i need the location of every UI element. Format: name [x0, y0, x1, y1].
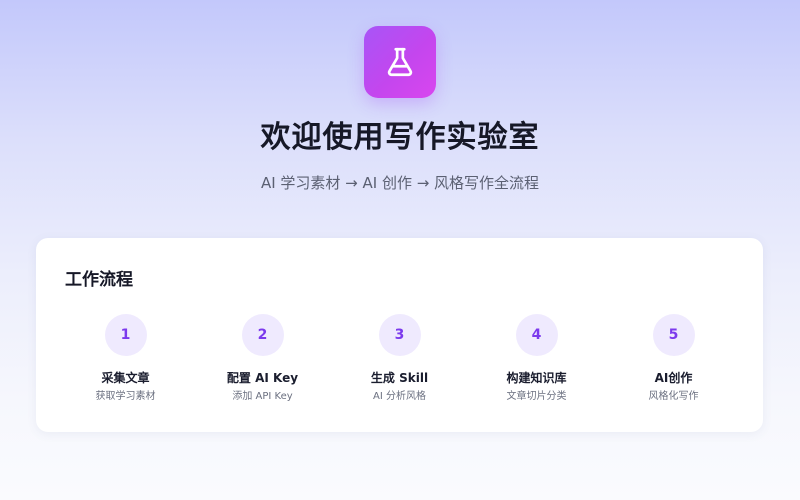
step-title: 构建知识库 — [506, 371, 567, 385]
step-description: 风格化写作 — [648, 391, 699, 402]
workflow-steps: 1 采集文章 获取学习素材 2 配置 AI Key 添加 API Key 3 生… — [57, 314, 742, 414]
workflow-step-5: 5 AI创作 风格化写作 — [605, 314, 742, 414]
workflow-step-1: 1 采集文章 获取学习素材 — [57, 314, 194, 414]
step-number-badge: 2 — [241, 314, 284, 356]
step-number-badge: 4 — [515, 314, 558, 356]
page-subtitle: AI 学习素材 → AI 创作 → 风格写作全流程 — [260, 174, 540, 192]
step-description: 添加 API Key — [232, 391, 293, 402]
step-description: 文章切片分类 — [506, 391, 567, 402]
step-number-badge: 1 — [104, 314, 147, 356]
workflow-title: 工作流程 — [65, 270, 133, 290]
workflow-step-2: 2 配置 AI Key 添加 API Key — [194, 314, 331, 414]
step-description: 获取学习素材 — [95, 391, 156, 402]
app-logo — [364, 26, 436, 98]
step-description: AI 分析风格 — [373, 391, 426, 402]
step-title: AI创作 — [654, 371, 693, 385]
step-title: 生成 Skill — [370, 371, 429, 385]
step-title: 配置 AI Key — [226, 371, 299, 385]
step-number-badge: 5 — [652, 314, 695, 356]
workflow-step-4: 4 构建知识库 文章切片分类 — [468, 314, 605, 414]
workflow-step-3: 3 生成 Skill AI 分析风格 — [331, 314, 468, 414]
step-title: 采集文章 — [101, 371, 150, 385]
workflow-card: 工作流程 1 采集文章 获取学习素材 2 配置 AI Key 添加 API Ke… — [36, 238, 763, 432]
page-title: 欢迎使用写作实验室 — [260, 120, 540, 155]
step-number-badge: 3 — [378, 314, 421, 356]
flask-icon — [387, 47, 413, 77]
